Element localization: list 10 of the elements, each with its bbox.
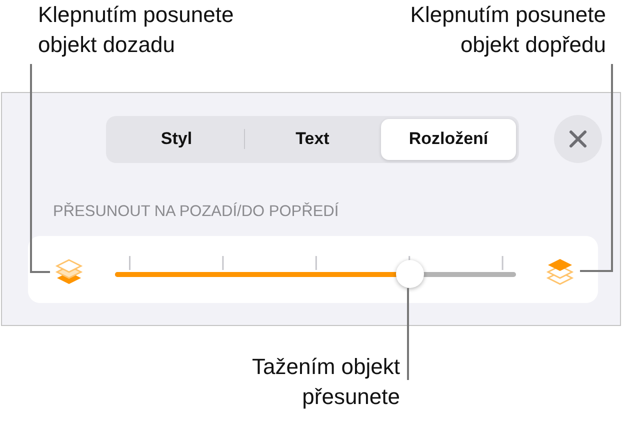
section-label: PŘESUNOUT NA POZADÍ/DO POPŘEDÍ [52,202,340,222]
slider-thumb[interactable] [396,260,424,288]
callout-text: Klepnutím posunete objekt dozadu [37,1,234,59]
callout-text: Klepnutím posunete objekt dopředu [410,1,607,59]
tab[interactable]: Rozložení [381,118,516,160]
callout-text: Tažením objekt přesunete [252,353,400,411]
tab[interactable]: Styl [109,118,244,160]
tab[interactable]: Text [245,118,380,160]
close-icon [568,129,588,149]
close-button[interactable] [554,115,602,163]
